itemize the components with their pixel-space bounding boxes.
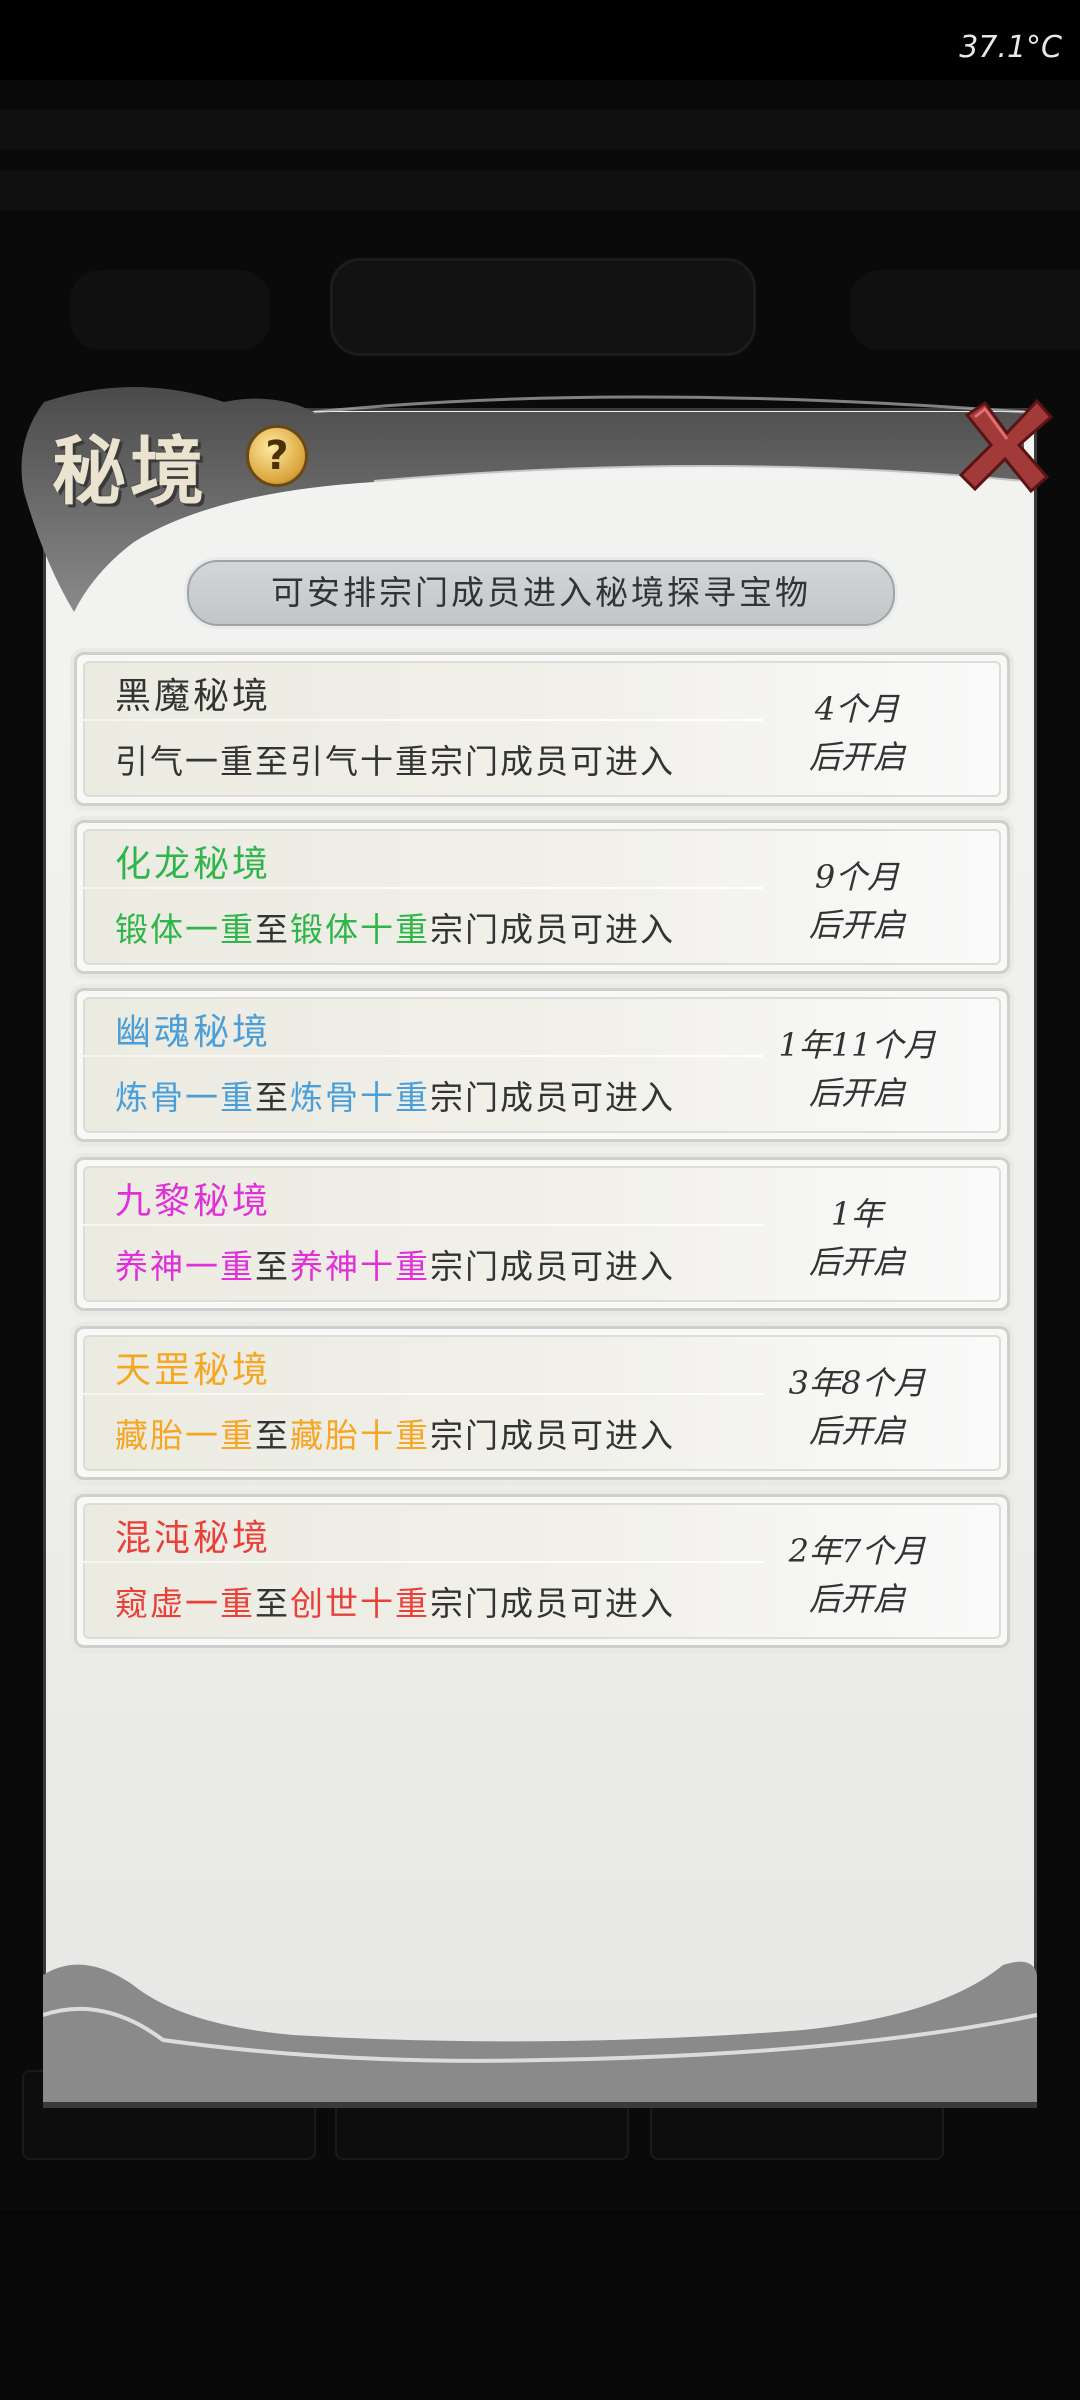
realm-open-time: 2年7个月后开启 (757, 1527, 957, 1623)
background-row (0, 110, 1080, 150)
requirement-suffix: 宗门成员可进入 (430, 1584, 675, 1623)
open-time-duration: 9个月 (814, 858, 900, 896)
requirement-suffix: 宗门成员可进入 (430, 742, 675, 781)
realm-card[interactable]: 化龙秘境锻体一重至锻体十重宗门成员可进入 9个月后开启 (74, 820, 1010, 974)
realm-card-divider (83, 1561, 763, 1563)
realm-name: 天罡秘境 (115, 1350, 272, 1391)
requirement-connector: 至 (255, 742, 290, 781)
realm-name: 黑魔秘境 (115, 676, 272, 717)
requirement-connector: 至 (255, 910, 290, 949)
open-time-label: 后开启 (808, 1412, 905, 1450)
dialog-title: 秘境 (52, 429, 208, 515)
help-icon[interactable]: ? (246, 425, 308, 487)
realm-card-divider (83, 1393, 763, 1395)
realm-card-divider (83, 1224, 763, 1226)
requirement-from-rank: 炼骨一重 (115, 1078, 255, 1117)
open-time-label: 后开启 (808, 1580, 905, 1618)
realm-card[interactable]: 黑魔秘境引气一重至引气十重宗门成员可进入 4个月后开启 (74, 652, 1010, 806)
requirement-from-rank: 引气一重 (115, 742, 255, 781)
realm-open-time: 3年8个月后开启 (757, 1359, 957, 1455)
requirement-from-rank: 锻体一重 (115, 910, 255, 949)
requirement-connector: 至 (255, 1584, 290, 1623)
realm-name: 幽魂秘境 (115, 1012, 272, 1053)
realm-name: 化龙秘境 (115, 844, 272, 885)
requirement-from-rank: 养神一重 (115, 1247, 255, 1286)
background-bottom-nav (0, 2210, 1080, 2400)
background-row (0, 170, 1080, 210)
requirement-to-rank: 养神十重 (290, 1247, 430, 1286)
realm-requirement: 养神一重至养神十重宗门成员可进入 (115, 1240, 675, 1288)
requirement-connector: 至 (255, 1416, 290, 1455)
requirement-to-rank: 藏胎十重 (290, 1416, 430, 1455)
temperature-indicator: 37.1°C (959, 30, 1062, 65)
requirement-connector: 至 (255, 1247, 290, 1286)
realm-open-time: 9个月后开启 (757, 853, 957, 949)
open-time-label: 后开启 (808, 1243, 905, 1281)
requirement-to-rank: 锻体十重 (290, 910, 430, 949)
requirement-suffix: 宗门成员可进入 (430, 1247, 675, 1286)
realm-open-time: 4个月后开启 (757, 685, 957, 781)
realm-requirement: 引气一重至引气十重宗门成员可进入 (115, 735, 675, 783)
requirement-connector: 至 (255, 1078, 290, 1117)
requirement-suffix: 宗门成员可进入 (430, 910, 675, 949)
realm-card[interactable]: 天罡秘境藏胎一重至藏胎十重宗门成员可进入 3年8个月后开启 (74, 1326, 1010, 1480)
realm-card[interactable]: 九黎秘境养神一重至养神十重宗门成员可进入 1年后开启 (74, 1157, 1010, 1311)
requirement-to-rank: 创世十重 (290, 1584, 430, 1623)
realm-name: 九黎秘境 (115, 1181, 272, 1222)
status-bar: 37.1°C (0, 0, 1080, 80)
open-time-duration: 2年7个月 (788, 1532, 926, 1570)
requirement-to-rank: 引气十重 (290, 742, 430, 781)
realm-card-divider (83, 887, 763, 889)
realm-requirement: 窥虚一重至创世十重宗门成员可进入 (115, 1577, 675, 1625)
dialog-bottom-decoration (42, 1955, 1038, 2115)
open-time-duration: 1年11个月 (778, 1026, 936, 1064)
open-time-duration: 1年 (830, 1195, 884, 1233)
realm-requirement: 炼骨一重至炼骨十重宗门成员可进入 (115, 1071, 675, 1119)
realm-card[interactable]: 幽魂秘境炼骨一重至炼骨十重宗门成员可进入 1年11个月 后开启 (74, 988, 1010, 1142)
realm-requirement: 藏胎一重至藏胎十重宗门成员可进入 (115, 1409, 675, 1457)
realm-open-time: 1年后开启 (757, 1190, 957, 1286)
open-time-duration: 3年8个月 (788, 1364, 926, 1402)
dialog-subtitle: 可安排宗门成员进入秘境探寻宝物 (187, 560, 895, 626)
open-time-label: 后开启 (808, 1074, 905, 1112)
background-tab (330, 258, 756, 356)
open-time-label: 后开启 (808, 906, 905, 944)
requirement-from-rank: 藏胎一重 (115, 1416, 255, 1455)
realm-name: 混沌秘境 (115, 1518, 272, 1559)
realm-card[interactable]: 混沌秘境窥虚一重至创世十重宗门成员可进入 2年7个月后开启 (74, 1494, 1010, 1648)
realm-card-divider (83, 719, 763, 721)
open-time-duration: 4个月 (814, 690, 900, 728)
requirement-suffix: 宗门成员可进入 (430, 1416, 675, 1455)
requirement-to-rank: 炼骨十重 (290, 1078, 430, 1117)
realm-requirement: 锻体一重至锻体十重宗门成员可进入 (115, 903, 675, 951)
requirement-from-rank: 窥虚一重 (115, 1584, 255, 1623)
close-icon[interactable] (955, 395, 1055, 495)
realm-open-time: 1年11个月 后开启 (757, 1021, 957, 1117)
background-tab (850, 270, 1080, 350)
requirement-suffix: 宗门成员可进入 (430, 1078, 675, 1117)
background-tab (70, 270, 270, 350)
open-time-label: 后开启 (808, 738, 905, 776)
realm-card-divider (83, 1055, 763, 1057)
